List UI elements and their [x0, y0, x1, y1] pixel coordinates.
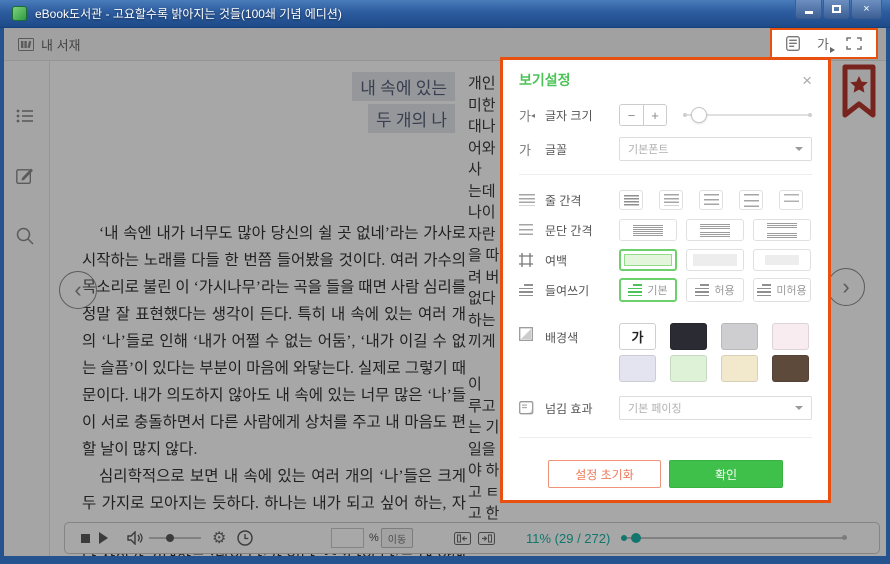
panel-close-icon[interactable]: ×: [802, 72, 812, 89]
page-effect-icon: [519, 401, 545, 415]
page-info-button[interactable]: [786, 36, 800, 51]
line-spacing-icon: [519, 194, 545, 206]
indent-icon: [519, 284, 545, 296]
maximize-button[interactable]: [823, 0, 850, 19]
font-size-slider[interactable]: [683, 106, 812, 124]
panel-title: 보기설정: [519, 70, 571, 90]
font-size-label: 글자 크기: [545, 107, 619, 124]
font-size-stepper: − +: [619, 104, 667, 126]
indent-allow-icon: [695, 284, 709, 296]
paragraph-spacing-label: 문단 간격: [545, 222, 619, 239]
chevron-down-icon: [795, 406, 803, 410]
text-cursor-icon: [830, 47, 835, 53]
divider: [519, 174, 812, 175]
document-icon: [786, 36, 800, 51]
minimize-button[interactable]: [795, 0, 822, 19]
page-effect-value: 기본 페이징: [628, 400, 682, 416]
bg-color-swatch[interactable]: [772, 323, 809, 350]
indent-option-allow[interactable]: 허용: [686, 278, 744, 302]
paragraph-spacing-option-1[interactable]: [619, 219, 677, 241]
page-effect-select[interactable]: 기본 페이징: [619, 396, 812, 420]
font-size-row: 가◂ 글자 크기 − +: [519, 100, 812, 130]
bg-color-swatch[interactable]: [721, 323, 758, 350]
indent-label: 들여쓰기: [545, 282, 619, 299]
page-effect-label: 넘김 효과: [545, 400, 619, 417]
close-icon: ×: [863, 3, 869, 15]
titlebar: eBook도서관 - 고요할수록 밝아지는 것들(100쇄 기념 에디션) ×: [0, 0, 890, 28]
bg-color-swatch[interactable]: [619, 355, 656, 382]
indent-row: 들여쓰기 기본 허용 미허용: [519, 275, 812, 305]
font-size-decrease-button[interactable]: −: [620, 105, 643, 125]
line-spacing-option-3[interactable]: [699, 190, 723, 210]
line-spacing-option-4[interactable]: [739, 190, 763, 210]
view-settings-button[interactable]: 가: [817, 34, 829, 53]
chevron-down-icon: [795, 147, 803, 151]
indent-option-disallow[interactable]: 미허용: [753, 278, 811, 302]
font-label: 글꼴: [545, 141, 619, 158]
indent-disallow-icon: [757, 284, 771, 296]
bg-color-swatch[interactable]: [772, 355, 809, 382]
maximize-icon: [832, 5, 841, 13]
font-size-icon: 가◂: [519, 106, 545, 125]
font-size-increase-button[interactable]: +: [643, 105, 666, 125]
app-window: eBook도서관 - 고요할수록 밝아지는 것들(100쇄 기념 에디션) × …: [0, 0, 890, 564]
margin-option-3[interactable]: [753, 249, 811, 271]
bg-color-icon: [519, 327, 545, 341]
window-title: eBook도서관 - 고요할수록 밝아지는 것들(100쇄 기념 에디션): [35, 5, 342, 22]
bg-color-swatch[interactable]: [721, 355, 758, 382]
fullscreen-button[interactable]: [846, 37, 862, 50]
divider: [519, 437, 812, 438]
margin-row: 여백: [519, 245, 812, 275]
close-button[interactable]: ×: [851, 0, 882, 19]
line-spacing-option-2[interactable]: [659, 190, 683, 210]
margin-label: 여백: [545, 252, 619, 269]
reset-settings-button[interactable]: 설정 초기화: [548, 460, 661, 488]
indent-option-default[interactable]: 기본: [619, 278, 677, 302]
bg-color-swatch-white[interactable]: 가: [619, 323, 656, 350]
paragraph-spacing-row: 문단 간격: [519, 215, 812, 245]
font-row: 가 글꼴 기본폰트: [519, 134, 812, 164]
font-select-value: 기본폰트: [628, 141, 668, 157]
bg-color-swatch[interactable]: [670, 323, 707, 350]
line-spacing-label: 줄 간격: [545, 192, 619, 209]
indent-allow-label: 허용: [714, 282, 734, 298]
line-spacing-option-1[interactable]: [619, 190, 643, 210]
font-icon: 가: [519, 140, 545, 159]
margin-option-1[interactable]: [619, 249, 677, 271]
line-spacing-option-5[interactable]: [779, 190, 803, 210]
page-effect-row: 넘김 효과 기본 페이징: [519, 393, 812, 423]
fullscreen-icon: [846, 37, 862, 50]
margin-icon: [519, 253, 545, 267]
paragraph-spacing-option-2[interactable]: [686, 219, 744, 241]
font-size-slider-handle[interactable]: [691, 107, 707, 123]
bg-color-swatches: 가: [619, 323, 809, 382]
paragraph-spacing-option-3[interactable]: [753, 219, 811, 241]
indent-default-icon: [628, 284, 642, 296]
line-spacing-row: 줄 간격: [519, 185, 812, 215]
indent-default-label: 기본: [647, 282, 667, 298]
bg-color-label: 배경색: [545, 329, 619, 346]
bg-color-row: 배경색 가: [519, 321, 812, 383]
view-tools-highlight-box: 가: [770, 28, 878, 59]
app-logo-icon: [12, 6, 27, 21]
indent-disallow-label: 미허용: [776, 282, 806, 298]
minimize-icon: [805, 11, 813, 14]
margin-option-2[interactable]: [686, 249, 744, 271]
bg-color-swatch[interactable]: [670, 355, 707, 382]
paragraph-spacing-icon: [519, 224, 545, 236]
view-settings-panel: 보기설정 × 가◂ 글자 크기 − +: [500, 57, 831, 503]
confirm-button[interactable]: 확인: [669, 460, 783, 488]
font-select[interactable]: 기본폰트: [619, 137, 812, 161]
